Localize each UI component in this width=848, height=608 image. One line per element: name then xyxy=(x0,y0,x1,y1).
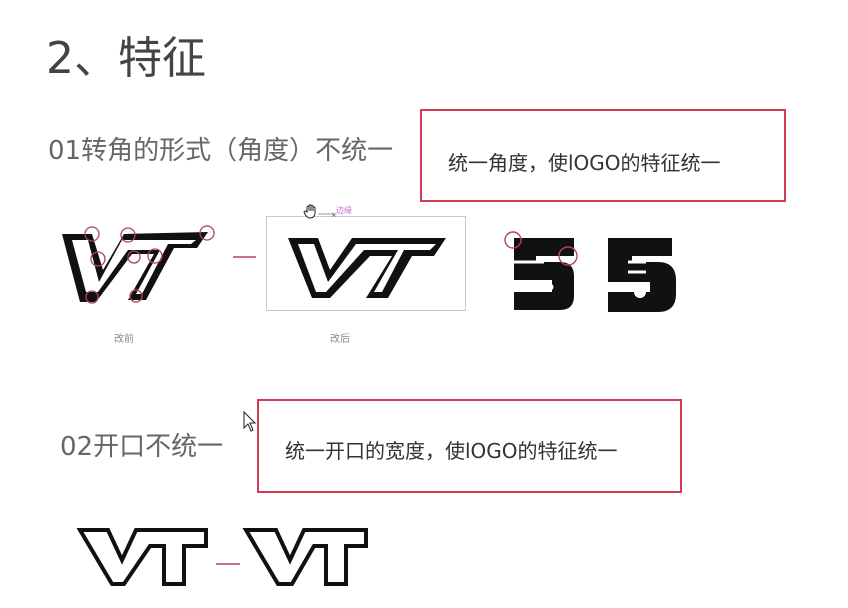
digit-five-before xyxy=(504,231,578,310)
vt-logo-before xyxy=(62,225,215,304)
figures: × xyxy=(62,204,676,586)
vt-logo-after xyxy=(288,238,446,298)
vt-outline-before xyxy=(76,528,208,586)
arrow-cursor-icon xyxy=(243,410,257,432)
hand-cursor-icon xyxy=(303,204,316,219)
svg-text:×: × xyxy=(331,211,337,219)
digit-five-after xyxy=(608,238,676,312)
vt-outline-after xyxy=(242,528,368,586)
